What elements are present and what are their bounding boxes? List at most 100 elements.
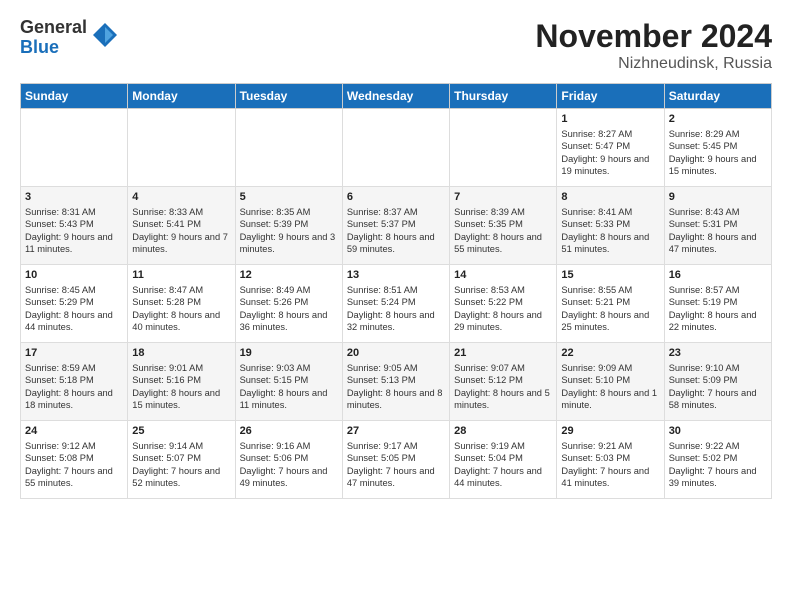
day-detail: Sunset: 5:06 PM xyxy=(240,452,338,465)
calendar-cell: 12Sunrise: 8:49 AMSunset: 5:26 PMDayligh… xyxy=(235,265,342,343)
calendar-cell: 17Sunrise: 8:59 AMSunset: 5:18 PMDayligh… xyxy=(21,343,128,421)
calendar-week-4: 24Sunrise: 9:12 AMSunset: 5:08 PMDayligh… xyxy=(21,421,772,499)
day-detail: Sunrise: 8:57 AM xyxy=(669,284,767,297)
day-number: 6 xyxy=(347,190,445,205)
day-number: 20 xyxy=(347,346,445,361)
header-sunday: Sunday xyxy=(21,84,128,109)
day-detail: Daylight: 7 hours and 58 minutes. xyxy=(669,387,767,412)
day-number: 10 xyxy=(25,268,123,283)
day-detail: Sunset: 5:22 PM xyxy=(454,296,552,309)
day-detail: Daylight: 9 hours and 7 minutes. xyxy=(132,231,230,256)
day-number: 30 xyxy=(669,424,767,439)
calendar-cell: 7Sunrise: 8:39 AMSunset: 5:35 PMDaylight… xyxy=(450,187,557,265)
logo: General Blue xyxy=(20,18,119,58)
calendar-cell: 26Sunrise: 9:16 AMSunset: 5:06 PMDayligh… xyxy=(235,421,342,499)
day-detail: Sunset: 5:08 PM xyxy=(25,452,123,465)
header-wednesday: Wednesday xyxy=(342,84,449,109)
day-detail: Daylight: 7 hours and 49 minutes. xyxy=(240,465,338,490)
day-detail: Sunrise: 8:35 AM xyxy=(240,206,338,219)
day-detail: Sunset: 5:10 PM xyxy=(561,374,659,387)
calendar-cell: 11Sunrise: 8:47 AMSunset: 5:28 PMDayligh… xyxy=(128,265,235,343)
calendar-cell: 28Sunrise: 9:19 AMSunset: 5:04 PMDayligh… xyxy=(450,421,557,499)
page: General Blue November 2024 Nizhneudinsk,… xyxy=(0,0,792,612)
day-detail: Sunset: 5:13 PM xyxy=(347,374,445,387)
month-title: November 2024 xyxy=(535,18,772,55)
day-number: 21 xyxy=(454,346,552,361)
calendar-cell: 1Sunrise: 8:27 AMSunset: 5:47 PMDaylight… xyxy=(557,109,664,187)
day-detail: Sunset: 5:21 PM xyxy=(561,296,659,309)
calendar-cell: 20Sunrise: 9:05 AMSunset: 5:13 PMDayligh… xyxy=(342,343,449,421)
day-detail: Daylight: 9 hours and 15 minutes. xyxy=(669,153,767,178)
day-detail: Sunset: 5:03 PM xyxy=(561,452,659,465)
day-detail: Sunset: 5:04 PM xyxy=(454,452,552,465)
header-monday: Monday xyxy=(128,84,235,109)
day-detail: Sunrise: 9:05 AM xyxy=(347,362,445,375)
day-detail: Sunrise: 8:51 AM xyxy=(347,284,445,297)
day-detail: Sunset: 5:02 PM xyxy=(669,452,767,465)
day-detail: Daylight: 7 hours and 55 minutes. xyxy=(25,465,123,490)
day-detail: Sunrise: 9:19 AM xyxy=(454,440,552,453)
day-detail: Daylight: 7 hours and 41 minutes. xyxy=(561,465,659,490)
day-number: 1 xyxy=(561,112,659,127)
day-detail: Sunrise: 9:10 AM xyxy=(669,362,767,375)
day-number: 19 xyxy=(240,346,338,361)
day-number: 14 xyxy=(454,268,552,283)
day-detail: Daylight: 8 hours and 59 minutes. xyxy=(347,231,445,256)
day-number: 29 xyxy=(561,424,659,439)
calendar-cell: 16Sunrise: 8:57 AMSunset: 5:19 PMDayligh… xyxy=(664,265,771,343)
day-detail: Sunrise: 8:29 AM xyxy=(669,128,767,141)
day-detail: Sunrise: 8:27 AM xyxy=(561,128,659,141)
day-number: 18 xyxy=(132,346,230,361)
day-number: 11 xyxy=(132,268,230,283)
logo-blue: Blue xyxy=(20,38,87,58)
day-number: 13 xyxy=(347,268,445,283)
day-detail: Daylight: 8 hours and 51 minutes. xyxy=(561,231,659,256)
day-detail: Daylight: 8 hours and 32 minutes. xyxy=(347,309,445,334)
day-detail: Daylight: 8 hours and 44 minutes. xyxy=(25,309,123,334)
calendar-cell xyxy=(450,109,557,187)
header-friday: Friday xyxy=(557,84,664,109)
day-detail: Sunrise: 9:21 AM xyxy=(561,440,659,453)
day-number: 28 xyxy=(454,424,552,439)
day-detail: Sunset: 5:12 PM xyxy=(454,374,552,387)
calendar-table: Sunday Monday Tuesday Wednesday Thursday… xyxy=(20,83,772,499)
day-detail: Sunset: 5:16 PM xyxy=(132,374,230,387)
calendar-cell: 2Sunrise: 8:29 AMSunset: 5:45 PMDaylight… xyxy=(664,109,771,187)
day-number: 22 xyxy=(561,346,659,361)
calendar-cell: 22Sunrise: 9:09 AMSunset: 5:10 PMDayligh… xyxy=(557,343,664,421)
day-detail: Sunrise: 9:03 AM xyxy=(240,362,338,375)
header: General Blue November 2024 Nizhneudinsk,… xyxy=(20,18,772,73)
day-detail: Daylight: 9 hours and 11 minutes. xyxy=(25,231,123,256)
day-number: 3 xyxy=(25,190,123,205)
day-detail: Sunset: 5:35 PM xyxy=(454,218,552,231)
day-detail: Sunrise: 9:12 AM xyxy=(25,440,123,453)
day-detail: Daylight: 7 hours and 47 minutes. xyxy=(347,465,445,490)
day-detail: Sunset: 5:18 PM xyxy=(25,374,123,387)
day-detail: Sunrise: 8:39 AM xyxy=(454,206,552,219)
day-number: 5 xyxy=(240,190,338,205)
day-detail: Daylight: 8 hours and 40 minutes. xyxy=(132,309,230,334)
calendar-cell: 4Sunrise: 8:33 AMSunset: 5:41 PMDaylight… xyxy=(128,187,235,265)
calendar-cell: 10Sunrise: 8:45 AMSunset: 5:29 PMDayligh… xyxy=(21,265,128,343)
day-number: 7 xyxy=(454,190,552,205)
day-detail: Daylight: 7 hours and 44 minutes. xyxy=(454,465,552,490)
day-detail: Sunrise: 8:33 AM xyxy=(132,206,230,219)
day-detail: Daylight: 8 hours and 18 minutes. xyxy=(25,387,123,412)
day-number: 16 xyxy=(669,268,767,283)
logo-icon xyxy=(91,21,119,49)
day-number: 4 xyxy=(132,190,230,205)
day-detail: Sunset: 5:41 PM xyxy=(132,218,230,231)
day-detail: Sunrise: 8:31 AM xyxy=(25,206,123,219)
calendar-cell: 19Sunrise: 9:03 AMSunset: 5:15 PMDayligh… xyxy=(235,343,342,421)
day-number: 24 xyxy=(25,424,123,439)
day-detail: Daylight: 7 hours and 52 minutes. xyxy=(132,465,230,490)
calendar-cell: 9Sunrise: 8:43 AMSunset: 5:31 PMDaylight… xyxy=(664,187,771,265)
day-detail: Sunset: 5:09 PM xyxy=(669,374,767,387)
day-detail: Sunrise: 8:43 AM xyxy=(669,206,767,219)
day-detail: Sunset: 5:31 PM xyxy=(669,218,767,231)
calendar-cell: 6Sunrise: 8:37 AMSunset: 5:37 PMDaylight… xyxy=(342,187,449,265)
day-detail: Sunrise: 9:16 AM xyxy=(240,440,338,453)
day-detail: Sunrise: 8:59 AM xyxy=(25,362,123,375)
title-block: November 2024 Nizhneudinsk, Russia xyxy=(535,18,772,73)
calendar-week-2: 10Sunrise: 8:45 AMSunset: 5:29 PMDayligh… xyxy=(21,265,772,343)
